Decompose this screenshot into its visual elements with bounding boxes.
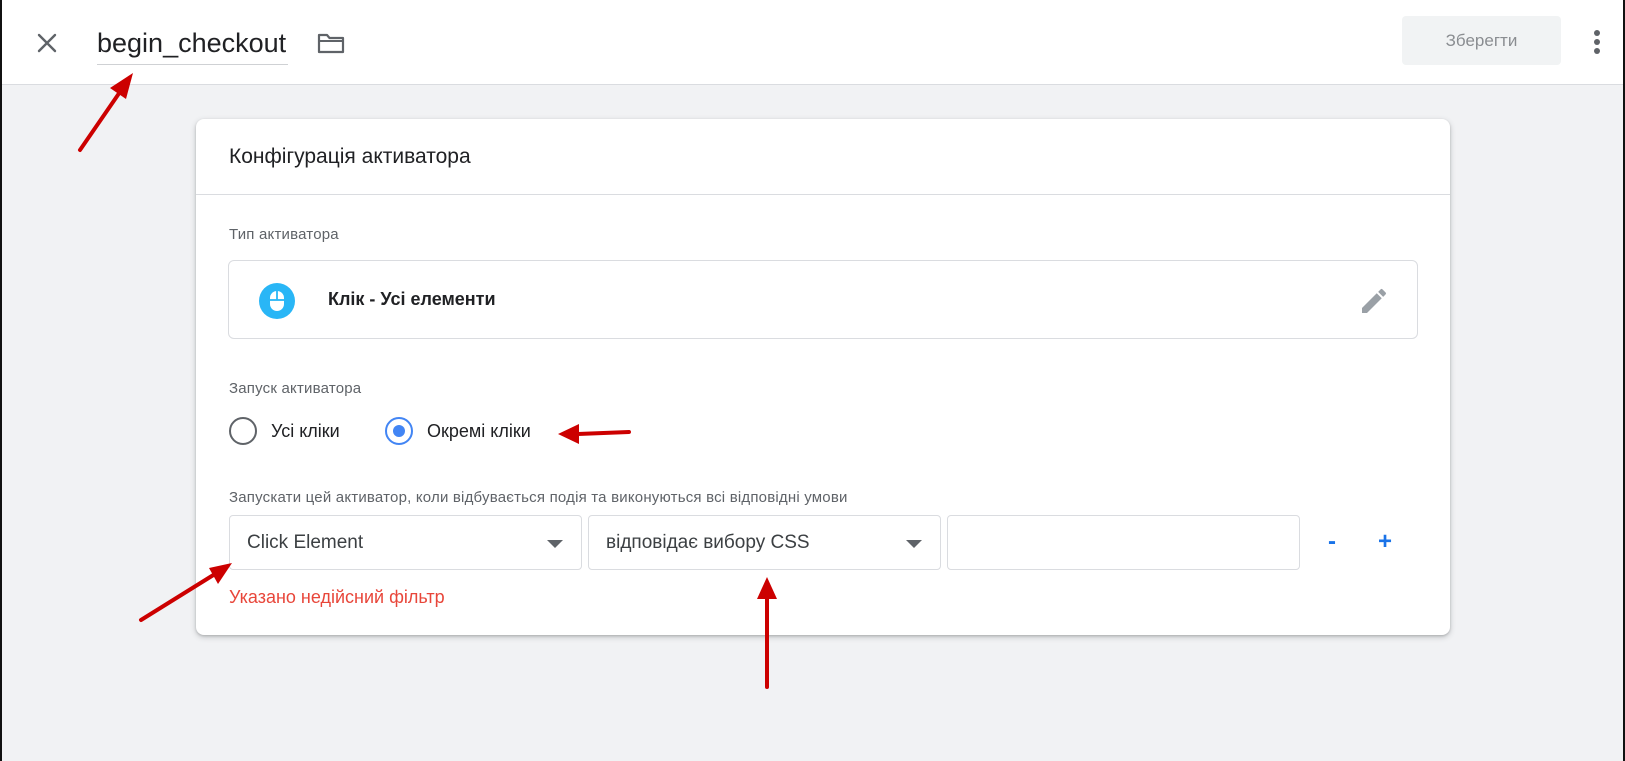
tag-name-field[interactable]: begin_checkout [97, 25, 289, 65]
trigger-config-card: Конфігурація активатора Тип активатора К… [196, 119, 1450, 635]
top-bar: begin_checkout Зберегти [0, 0, 1625, 85]
variable-value: Click Element [247, 532, 364, 553]
trigger-type-selector[interactable]: Клік - Усі елементи [228, 260, 1418, 339]
remove-condition-button[interactable]: - [1317, 527, 1347, 557]
filter-error-message: Указано недійсний фільтр [229, 587, 445, 607]
card-header: Конфігурація активатора [196, 119, 1450, 195]
more-options-button[interactable] [1582, 24, 1612, 60]
variable-dropdown[interactable]: Click Element [229, 515, 582, 570]
conditions-label: Запускати цей активатор, коли відбуваєть… [229, 489, 848, 506]
radio-label: Окремі кліки [427, 420, 531, 441]
close-icon [37, 33, 57, 53]
radio-button-selected[interactable] [385, 417, 413, 445]
add-condition-button[interactable]: + [1370, 527, 1400, 557]
radio-dot [393, 425, 405, 437]
mouse-icon [259, 283, 295, 319]
radio-all-clicks[interactable]: Усі кліки [229, 414, 340, 448]
condition-value-input[interactable] [947, 515, 1300, 570]
trigger-fires-label: Запуск активатора [229, 380, 362, 397]
folder-icon [317, 33, 345, 54]
folder-button[interactable] [314, 28, 348, 58]
pencil-icon[interactable] [1358, 285, 1390, 317]
operator-value: відповідає вибору CSS [606, 532, 810, 553]
trigger-type-name: Клік - Усі елементи [328, 289, 496, 309]
chevron-down-icon [547, 540, 563, 548]
radio-some-clicks[interactable]: Окремі кліки [385, 414, 531, 448]
save-button[interactable]: Зберегти [1402, 16, 1561, 65]
operator-dropdown[interactable]: відповідає вибору CSS [588, 515, 941, 570]
radio-label: Усі кліки [271, 420, 340, 441]
chevron-down-icon [906, 540, 922, 548]
close-button[interactable] [30, 26, 64, 60]
card-title: Конфігурація активатора [229, 145, 471, 168]
trigger-type-label: Тип активатора [229, 226, 339, 243]
radio-button[interactable] [229, 417, 257, 445]
more-vert-icon [1594, 30, 1600, 54]
